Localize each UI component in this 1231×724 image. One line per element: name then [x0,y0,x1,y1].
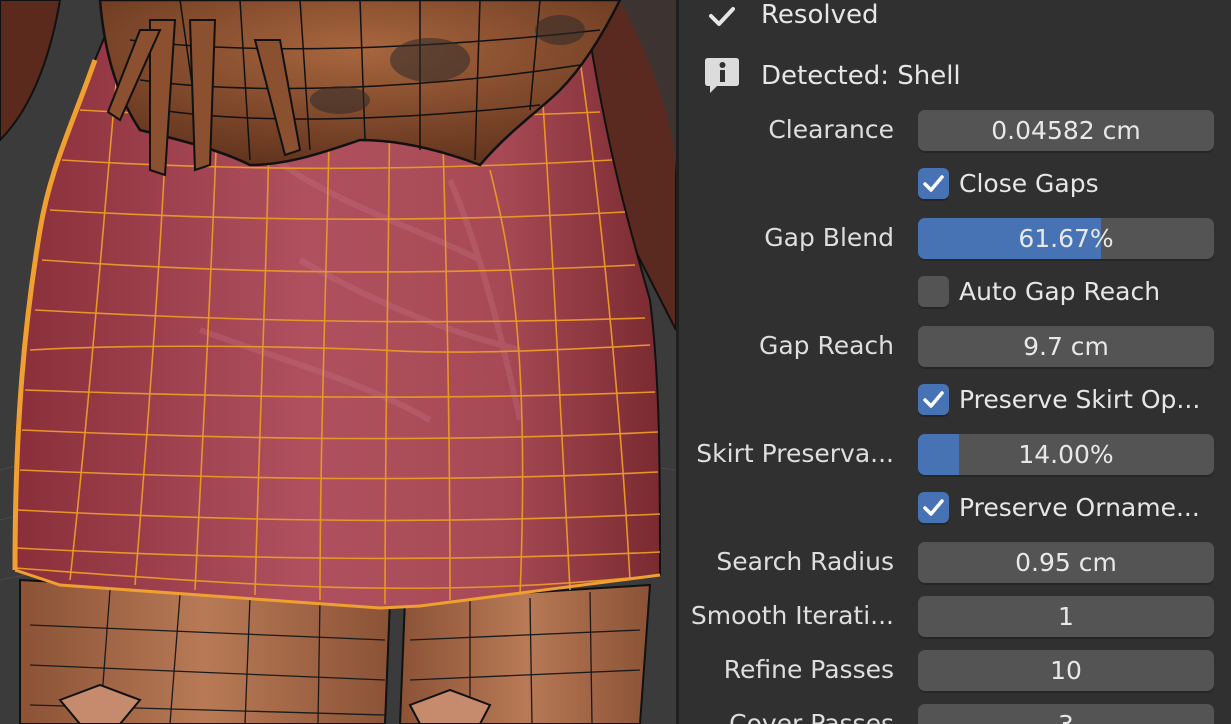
skirt-preservation-label: Skirt Preserva... [696,439,894,468]
checkmark-icon [923,499,944,516]
preserve-skirt-row[interactable]: Preserve Skirt Op... [679,378,1231,422]
checkmark-icon [703,0,741,35]
smooth-iterations-field[interactable]: 1 [918,596,1214,637]
checkmark-icon [923,175,944,192]
viewport-scene [0,0,676,724]
refine-passes-field[interactable]: 10 [918,650,1214,691]
smooth-iterations-label: Smooth Iterati... [690,601,894,630]
gap-reach-value: 9.7 cm [1023,332,1109,361]
properties-panel: Resolved Detected: Shell Clearance 0.045… [679,0,1231,724]
preserve-ornaments-label: Preserve Orname... [959,493,1200,522]
skirt-preservation-row: Skirt Preserva... 14.00% [679,432,1231,476]
auto-gap-reach-checkbox[interactable] [918,276,949,307]
info-icon [703,56,741,94]
clearance-row: Clearance 0.04582 cm [679,108,1231,152]
search-radius-label: Search Radius [716,547,894,576]
gap-reach-label: Gap Reach [758,331,894,360]
refine-passes-value: 10 [1050,656,1082,685]
gap-reach-row: Gap Reach 9.7 cm [679,324,1231,368]
status-detected: Detected: Shell [679,52,1231,102]
preserve-ornaments-checkbox[interactable] [918,492,949,523]
close-gaps-row[interactable]: Close Gaps [679,162,1231,206]
clearance-label: Clearance [768,115,894,144]
smooth-iterations-row: Smooth Iterati... 1 [679,594,1231,638]
close-gaps-label: Close Gaps [959,169,1099,198]
checkmark-icon [923,391,944,408]
auto-gap-reach-label: Auto Gap Reach [959,277,1161,306]
cover-passes-value: 3 [918,704,1214,724]
cover-passes-row: Cover Passes 3 [679,702,1231,724]
clearance-value: 0.04582 cm [991,116,1141,145]
search-radius-row: Search Radius 0.95 cm [679,540,1231,584]
search-radius-value: 0.95 cm [1015,548,1117,577]
search-radius-field[interactable]: 0.95 cm [918,542,1214,583]
3d-viewport[interactable] [0,0,676,724]
gap-blend-value: 61.67% [1018,224,1114,253]
preserve-skirt-label: Preserve Skirt Op... [959,385,1201,414]
status-resolved: Resolved [679,0,1231,41]
skirt-preservation-value: 14.00% [1018,440,1114,469]
status-resolved-text: Resolved [761,0,879,30]
preserve-skirt-checkbox[interactable] [918,384,949,415]
gap-reach-field[interactable]: 9.7 cm [918,326,1214,367]
skirt-preservation-slider[interactable]: 14.00% [918,434,1214,475]
gap-blend-slider[interactable]: 61.67% [918,218,1214,259]
clearance-field[interactable]: 0.04582 cm [918,110,1214,151]
cover-passes-field[interactable]: 3 [918,704,1214,724]
status-detected-text: Detected: Shell [761,61,961,91]
gap-blend-row: Gap Blend 61.67% [679,216,1231,260]
cover-passes-label: Cover Passes [729,709,894,724]
auto-gap-reach-row[interactable]: Auto Gap Reach [679,270,1231,314]
gap-blend-label: Gap Blend [764,223,894,252]
refine-passes-label: Refine Passes [723,655,894,684]
preserve-ornaments-row[interactable]: Preserve Orname... [679,486,1231,530]
close-gaps-checkbox[interactable] [918,168,949,199]
refine-passes-row: Refine Passes 10 [679,648,1231,692]
smooth-iterations-value: 1 [1058,602,1074,631]
